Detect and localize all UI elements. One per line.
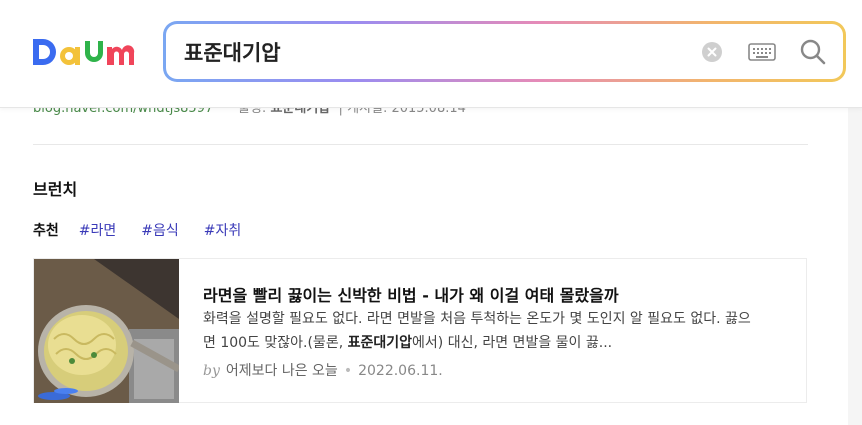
tag-link[interactable]: #라면 bbox=[79, 220, 117, 240]
search-input[interactable] bbox=[184, 24, 664, 79]
search-icon[interactable] bbox=[799, 38, 827, 66]
card-author[interactable]: 어제보다 나은 오늘 bbox=[226, 363, 338, 379]
tag-row: 추천 #라면 #음식 #자취 bbox=[33, 220, 266, 240]
search-box-inner bbox=[166, 24, 843, 79]
card-description-part: 에서) 대신, 라면 면발을 물이 끓... bbox=[412, 335, 613, 351]
brunch-card[interactable]: 라면을 빨리 끓이는 신박한 비법 - 내가 왜 이걸 여태 몰랐을까 화력을 … bbox=[33, 258, 807, 403]
meta-separator: • bbox=[343, 363, 353, 379]
tag-link[interactable]: #음식 bbox=[141, 220, 179, 240]
search-header bbox=[0, 0, 862, 108]
keyboard-icon[interactable] bbox=[748, 43, 776, 61]
tag-link[interactable]: #자취 bbox=[204, 220, 242, 240]
tag-row-label: 추천 bbox=[33, 223, 59, 239]
card-by-label: by bbox=[203, 363, 220, 379]
daum-logo[interactable] bbox=[33, 35, 139, 69]
card-meta: by 어제보다 나은 오늘 • 2022.06.11. bbox=[203, 360, 443, 380]
card-title[interactable]: 라면을 빨리 끓이는 신박한 비법 - 내가 왜 이걸 여태 몰랐을까 bbox=[203, 282, 619, 306]
card-date: 2022.06.11. bbox=[358, 363, 443, 379]
card-description: 화력을 설명할 필요도 없다. 라면 면발을 처음 투척하는 온도가 몇 도인지… bbox=[203, 307, 763, 355]
card-description-highlight: 표준대기압 bbox=[347, 335, 413, 351]
section-title: 브런치 bbox=[33, 180, 78, 199]
clear-icon[interactable] bbox=[702, 42, 722, 62]
search-box bbox=[163, 21, 846, 82]
card-thumbnail[interactable] bbox=[34, 259, 179, 403]
scrollbar[interactable] bbox=[848, 107, 862, 425]
section-divider bbox=[33, 144, 808, 145]
